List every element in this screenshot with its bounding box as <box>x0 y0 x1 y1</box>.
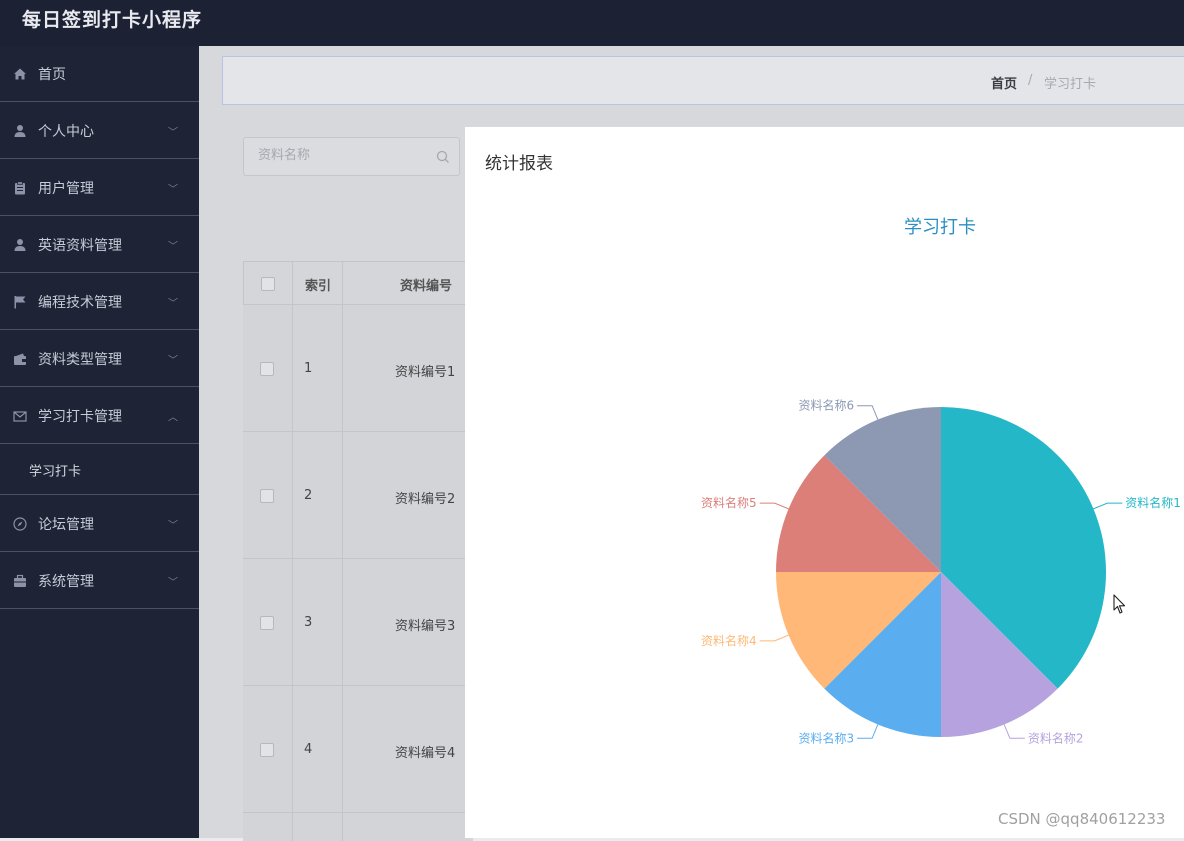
breadcrumb-current: 学习打卡 <box>1044 77 1097 92</box>
row-index: 4 <box>304 742 313 757</box>
column-header-code: 资料编号 <box>400 279 453 294</box>
chevron-down-icon: ﹀ <box>168 127 178 138</box>
sidebar-item-english-materials[interactable]: 英语资料管理 ﹀ <box>0 217 199 273</box>
statistics-dialog: 统计报表 学习打卡 资料名称1 资料名称2 资料名称3 资料名称4 资料名称5 资料名称6 <box>465 127 1184 838</box>
pie-label-line <box>759 502 789 510</box>
sidebar-item-personal-center[interactable]: 个人中心 ﹀ <box>0 103 199 159</box>
row-code: 资料编号2 <box>395 492 456 507</box>
breadcrumb-separator: / <box>1028 73 1033 88</box>
table-row: 2 资料编号2 <box>243 432 473 559</box>
chevron-up-icon: ︿ <box>168 412 178 423</box>
pie-label-line <box>1093 502 1123 510</box>
sidebar-subitem-label: 学习打卡 <box>29 464 82 479</box>
flag-icon <box>13 295 27 309</box>
breadcrumb-home[interactable]: 首页 <box>991 73 1017 92</box>
pie-label-line <box>759 634 789 642</box>
select-all-checkbox[interactable] <box>261 277 275 291</box>
sidebar-item-programming[interactable]: 编程技术管理 ﹀ <box>0 274 199 330</box>
chevron-down-icon: ﹀ <box>168 241 178 252</box>
chevron-down-icon: ﹀ <box>168 355 178 366</box>
column-header-index: 索引 <box>305 279 332 294</box>
sidebar-item-label: 首页 <box>38 66 66 83</box>
chevron-down-icon: ﹀ <box>168 577 178 588</box>
row-code: 资料编号1 <box>395 365 456 380</box>
pie-label: 资料名称2 <box>1028 730 1084 745</box>
table-header-row: 索引 资料编号 <box>243 261 473 305</box>
row-index: 3 <box>304 615 313 630</box>
breadcrumb: 首页 / 学习打卡 <box>222 56 1184 105</box>
row-index: 1 <box>304 361 313 376</box>
pie-label: 资料名称1 <box>1125 495 1181 510</box>
pie-label: 资料名称4 <box>701 633 757 648</box>
pie-label: 资料名称5 <box>701 495 757 510</box>
sidebar-item-label: 学习打卡管理 <box>38 408 122 425</box>
top-bar: 每日签到打卡小程序 <box>0 0 1184 46</box>
pie-label-line <box>857 724 879 739</box>
pie-label-line <box>857 405 879 420</box>
table-row: 4 资料编号4 <box>243 686 473 813</box>
wallet-icon <box>13 352 27 366</box>
pie-chart: 资料名称1 资料名称2 资料名称3 资料名称4 资料名称5 资料名称6 <box>701 398 1181 746</box>
watermark-text: CSDN @qq840612233 <box>998 810 1166 828</box>
sidebar-item-home[interactable]: 首页 <box>0 46 199 102</box>
sidebar-subitem-study-checkin[interactable]: 学习打卡 <box>0 445 199 495</box>
home-icon <box>13 67 27 81</box>
sidebar-item-system[interactable]: 系统管理 ﹀ <box>0 553 199 609</box>
mouse-cursor-icon <box>1113 594 1127 620</box>
search-icon[interactable] <box>436 149 450 163</box>
row-checkbox[interactable] <box>260 362 274 376</box>
table-row: 1 资料编号1 <box>243 305 473 432</box>
chevron-down-icon: ﹀ <box>168 520 178 531</box>
sidebar-item-material-types[interactable]: 资料类型管理 ﹀ <box>0 331 199 387</box>
mail-icon <box>13 409 27 423</box>
search-input[interactable] <box>256 147 420 164</box>
row-checkbox[interactable] <box>260 616 274 630</box>
pie-label-line <box>1003 724 1025 739</box>
sidebar-item-label: 个人中心 <box>38 123 94 140</box>
chevron-down-icon: ﹀ <box>168 298 178 309</box>
row-code: 资料编号4 <box>395 746 456 761</box>
pie-label: 资料名称3 <box>798 730 854 745</box>
sidebar-item-user-management[interactable]: 用户管理 ﹀ <box>0 160 199 216</box>
sidebar-item-label: 系统管理 <box>38 573 94 590</box>
sidebar-item-forum[interactable]: 论坛管理 ﹀ <box>0 496 199 552</box>
row-checkbox[interactable] <box>260 489 274 503</box>
sidebar-item-study-checkin-management[interactable]: 学习打卡管理 ︿ <box>0 388 199 444</box>
sidebar: 首页 个人中心 ﹀ 用户管理 ﹀ 英语资料管理 ﹀ 编程技术管理 ﹀ 资料类型管… <box>0 46 199 838</box>
briefcase-icon <box>13 574 27 588</box>
chevron-down-icon: ﹀ <box>168 184 178 195</box>
pie-label: 资料名称6 <box>798 398 854 413</box>
data-table: 索引 资料编号 1 资料编号1 2 资料编号2 3 资料编号3 4 资料编号4 <box>243 261 473 841</box>
row-checkbox[interactable] <box>260 743 274 757</box>
clipboard-icon <box>13 180 27 195</box>
sidebar-item-label: 论坛管理 <box>38 516 94 533</box>
sidebar-item-label: 英语资料管理 <box>38 237 122 254</box>
app-title: 每日签到打卡小程序 <box>22 9 203 31</box>
sidebar-item-label: 编程技术管理 <box>38 294 122 311</box>
compass-icon <box>13 516 27 531</box>
user-icon <box>13 124 27 138</box>
sidebar-item-label: 用户管理 <box>38 180 94 197</box>
sidebar-item-label: 资料类型管理 <box>38 351 122 368</box>
search-field <box>243 137 460 176</box>
row-index: 2 <box>304 488 313 503</box>
row-code: 资料编号3 <box>395 619 456 634</box>
user-icon <box>13 238 27 252</box>
table-row: 3 资料编号3 <box>243 559 473 686</box>
